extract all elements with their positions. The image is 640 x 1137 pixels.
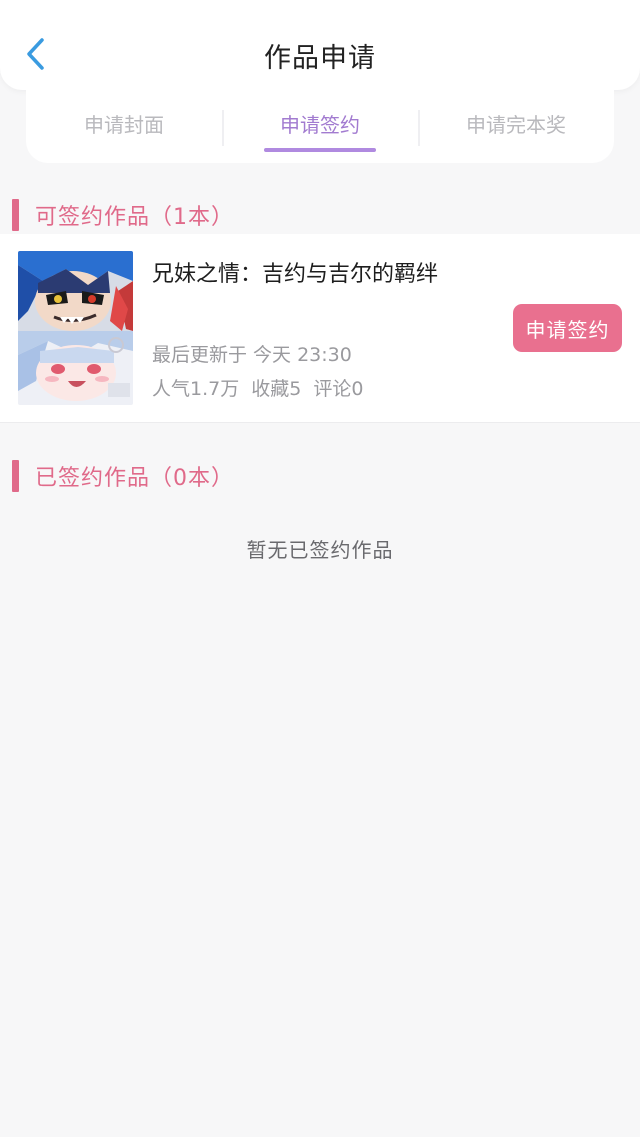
section-accent-bar [12,460,19,492]
tab-bar: 申请封面 申请签约 申请完本奖 [26,90,614,163]
tab-apply-sign[interactable]: 申请签约 [222,90,418,163]
work-cover-image[interactable] [18,251,133,405]
tab-label: 申请签约 [280,113,360,137]
page-title: 作品申请 [264,43,376,74]
section-accent-bar [12,199,19,231]
last-update-text: 最后更新于 今天 23:30 [152,344,352,366]
signable-section-title: 可签约作品（1本） [35,205,234,230]
work-list-item[interactable]: 兄妹之情：吉约与吉尔的羁绊 最后更新于 今天 23:30 人气1.7万 收藏5 … [0,234,640,423]
cover-illustration [18,251,133,405]
signed-section-header: 已签约作品（0本） [12,460,234,492]
signed-section-title: 已签约作品（0本） [35,466,234,491]
signable-section-header: 可签约作品（1本） [12,199,234,231]
comments-count: 评论0 [313,378,364,400]
empty-state-text: 暂无已签约作品 [246,538,394,562]
tab-apply-completion-award[interactable]: 申请完本奖 [418,90,614,163]
tab-label: 申请完本奖 [466,113,566,137]
favorites-count: 收藏5 [251,378,302,400]
active-tab-indicator [264,148,376,152]
work-title[interactable]: 兄妹之情：吉约与吉尔的羁绊 [152,256,438,288]
work-stats: 人气1.7万 收藏5 评论0 [152,374,363,401]
tab-apply-cover[interactable]: 申请封面 [26,90,222,163]
apply-sign-button[interactable]: 申请签约 [513,304,622,352]
tab-label: 申请封面 [84,113,164,137]
top-navigation-bar: 作品申请 [0,0,640,90]
app-page: 作品申请 申请封面 申请签约 申请完本奖 可签约作品（1本） 兄妹之情：吉约与吉… [0,0,640,1137]
popularity-count: 人气1.7万 [152,378,240,400]
